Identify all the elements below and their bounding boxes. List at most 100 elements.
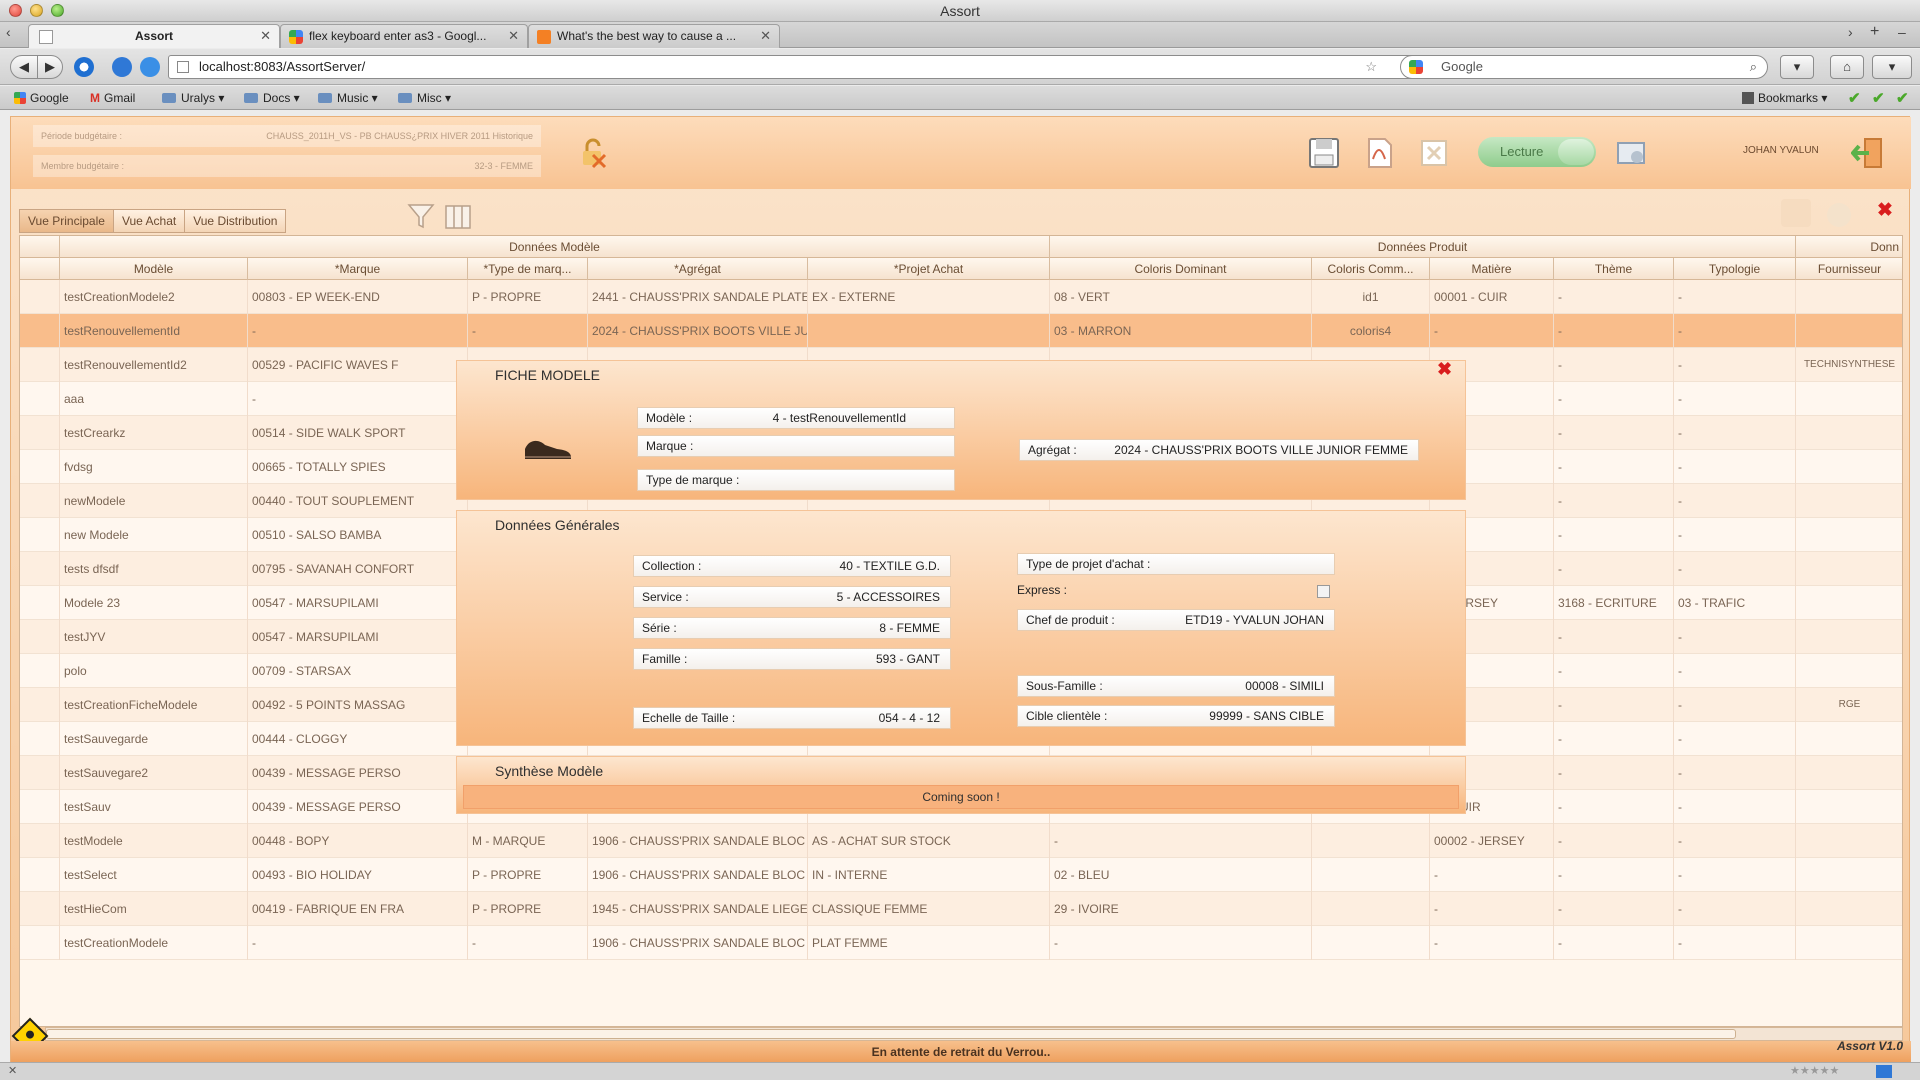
row-selector[interactable] bbox=[20, 654, 60, 688]
home-button[interactable]: ⌂ bbox=[1830, 55, 1864, 79]
close-tab-icon[interactable]: ✕ bbox=[760, 25, 771, 47]
check-icon[interactable]: ✔ bbox=[1848, 89, 1861, 107]
address-bar[interactable]: localhost:8083/AssortServer/ ☆ ↻ bbox=[168, 55, 1420, 79]
bookmark-google[interactable]: Google bbox=[14, 90, 69, 106]
minimize-window-button[interactable] bbox=[30, 4, 43, 17]
bookmarks-menu[interactable]: Bookmarks ▾ bbox=[1742, 90, 1827, 106]
save-icon[interactable] bbox=[1308, 137, 1340, 169]
image-settings-icon[interactable] bbox=[1615, 137, 1647, 169]
close-tab-icon[interactable]: ✕ bbox=[260, 25, 271, 47]
table-cell: - bbox=[1674, 892, 1796, 926]
column-header[interactable]: *Projet Achat bbox=[808, 258, 1050, 280]
row-selector[interactable] bbox=[20, 348, 60, 382]
forward-button[interactable]: ▶ bbox=[37, 55, 63, 79]
search-icon[interactable]: ⌕ bbox=[1750, 56, 1757, 78]
tab-stackoverflow[interactable]: What's the best way to cause a ... ✕ bbox=[528, 24, 780, 48]
table-row[interactable]: testCreationModele - -1906 - CHAUSS'PRIX S… bbox=[20, 926, 1902, 960]
close-dialog-icon[interactable]: ✖ bbox=[1437, 359, 1452, 380]
column-header[interactable]: Matière bbox=[1430, 258, 1554, 280]
bookmark-folder-music[interactable]: Music ▾ bbox=[318, 90, 378, 106]
logout-icon[interactable] bbox=[1851, 137, 1885, 169]
tab-list-icon[interactable]: › bbox=[1848, 24, 1853, 40]
sync-icon[interactable] bbox=[140, 57, 160, 77]
row-selector[interactable] bbox=[20, 416, 60, 450]
zoom-window-button[interactable] bbox=[51, 4, 64, 17]
bookmark-star-icon[interactable]: ☆ bbox=[1365, 56, 1377, 78]
table-cell bbox=[1796, 722, 1902, 756]
row-selector[interactable] bbox=[20, 484, 60, 518]
column-header[interactable]: Thème bbox=[1554, 258, 1674, 280]
check-icon[interactable]: ✔ bbox=[1896, 89, 1909, 107]
check-icon[interactable]: ✔ bbox=[1872, 89, 1885, 107]
column-header[interactable]: Modèle bbox=[60, 258, 248, 280]
back-button[interactable]: ◀ bbox=[10, 55, 38, 79]
close-tab-icon[interactable]: ✕ bbox=[508, 25, 519, 47]
close-view-icon[interactable]: ✖ bbox=[1877, 199, 1893, 222]
unlock-icon[interactable] bbox=[577, 137, 609, 169]
tab-scroll-left-icon[interactable]: ‹ bbox=[6, 24, 11, 40]
opera-icon[interactable] bbox=[74, 57, 94, 77]
columns-icon[interactable] bbox=[445, 205, 471, 229]
row-selector[interactable] bbox=[20, 926, 60, 960]
bookmark-folder-misc[interactable]: Misc ▾ bbox=[398, 90, 451, 106]
horizontal-scrollbar[interactable] bbox=[45, 1027, 1903, 1041]
tab-google-search[interactable]: flex keyboard enter as3 - Googl... ✕ bbox=[280, 24, 528, 48]
bookmark-folder-uralys[interactable]: Uralys ▾ bbox=[162, 90, 224, 106]
table-row[interactable]: testCreationModele2 00803 - EP WEEK-END P … bbox=[20, 280, 1902, 314]
close-window-button[interactable] bbox=[9, 4, 22, 17]
extension-status-icon[interactable] bbox=[1876, 1065, 1892, 1078]
pdf-export-icon[interactable] bbox=[1363, 137, 1395, 169]
bookmark-folder-docs[interactable]: Docs ▾ bbox=[244, 90, 300, 106]
row-selector[interactable] bbox=[20, 892, 60, 926]
row-selector[interactable] bbox=[20, 722, 60, 756]
row-selector[interactable] bbox=[20, 858, 60, 892]
search-bar[interactable]: Google ⌕ bbox=[1400, 55, 1768, 79]
add-model-icon[interactable] bbox=[1781, 199, 1811, 227]
row-selector[interactable] bbox=[20, 586, 60, 620]
row-selector[interactable] bbox=[20, 824, 60, 858]
table-row[interactable]: testHieCom 00419 - FABRIQUE EN FRA P - PRO… bbox=[20, 892, 1902, 926]
row-selector[interactable] bbox=[20, 552, 60, 586]
new-tab-icon[interactable]: + bbox=[1870, 23, 1879, 41]
page-icon bbox=[39, 30, 53, 44]
row-selector[interactable] bbox=[20, 790, 60, 824]
row-selector[interactable] bbox=[20, 518, 60, 552]
scrollbar-thumb[interactable] bbox=[46, 1029, 1736, 1039]
tab-assort[interactable]: Assort ✕ bbox=[28, 24, 280, 48]
column-header[interactable]: *Agrégat bbox=[588, 258, 808, 280]
tools-menu-button[interactable]: ▾ bbox=[1872, 55, 1912, 79]
table-cell: testRenouvellementId2 bbox=[60, 348, 248, 382]
row-selector[interactable] bbox=[20, 620, 60, 654]
row-selector[interactable] bbox=[20, 314, 60, 348]
tab-vue-distribution[interactable]: Vue Distribution bbox=[184, 209, 287, 233]
column-header[interactable]: Coloris Dominant bbox=[1050, 258, 1312, 280]
column-header[interactable]: *Marque bbox=[248, 258, 468, 280]
table-cell: 1906 - CHAUSS'PRIX SANDALE BLOC bbox=[588, 858, 808, 892]
row-selector[interactable] bbox=[20, 450, 60, 484]
add-item-icon[interactable] bbox=[1827, 203, 1851, 227]
close-statusbar-icon[interactable]: ✕ bbox=[8, 1064, 17, 1077]
bookmark-gmail[interactable]: M Gmail bbox=[90, 90, 135, 106]
column-header[interactable]: Typologie bbox=[1674, 258, 1796, 280]
table-row[interactable]: testModele 00448 - BOPY M - MARQUE 1906 - C… bbox=[20, 824, 1902, 858]
column-header[interactable]: *Type de marq... bbox=[468, 258, 588, 280]
row-selector[interactable] bbox=[20, 688, 60, 722]
table-cell: - bbox=[1554, 484, 1674, 518]
tab-vue-achat[interactable]: Vue Achat bbox=[112, 209, 186, 233]
table-row[interactable]: testRenouvellementId - -2024 - CHAUSS'PRIX… bbox=[20, 314, 1902, 348]
row-selector[interactable] bbox=[20, 382, 60, 416]
browser-extension-icon[interactable] bbox=[112, 57, 132, 77]
read-mode-toggle[interactable]: Lecture bbox=[1478, 137, 1596, 167]
table-row[interactable]: testSelect 00493 - BIO HOLIDAY P - PROPRE 1… bbox=[20, 858, 1902, 892]
column-header[interactable]: Fournisseur bbox=[1796, 258, 1902, 280]
row-selector[interactable] bbox=[20, 280, 60, 314]
row-selector[interactable] bbox=[20, 756, 60, 790]
grid-column-header: Modèle *Marque *Type de marq... *Agrégat *Pr… bbox=[20, 258, 1902, 280]
column-header[interactable]: Coloris Comm... bbox=[1312, 258, 1430, 280]
express-checkbox[interactable] bbox=[1317, 585, 1330, 598]
tab-vue-principale[interactable]: Vue Principale bbox=[19, 209, 114, 233]
excel-export-icon[interactable] bbox=[1418, 137, 1450, 169]
tab-menu-icon[interactable]: – bbox=[1898, 24, 1906, 40]
extension-menu-button[interactable]: ▾ bbox=[1780, 55, 1814, 79]
filter-icon[interactable] bbox=[407, 203, 435, 229]
